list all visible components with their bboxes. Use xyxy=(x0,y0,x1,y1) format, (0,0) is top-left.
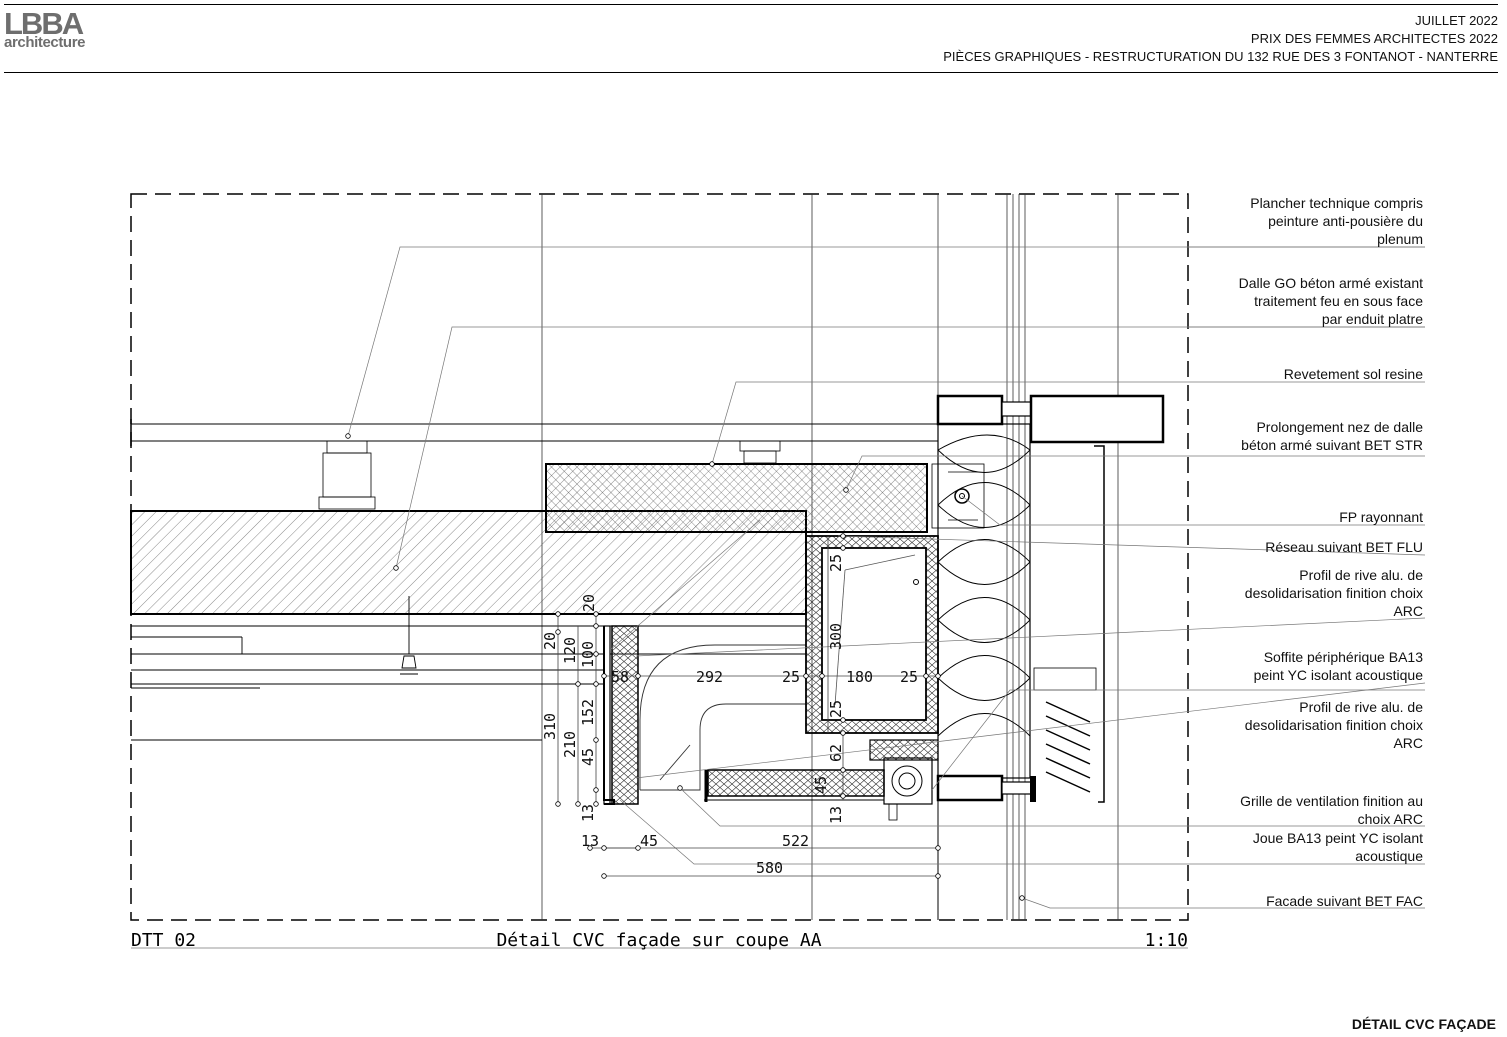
dim-25: 25 xyxy=(782,668,800,686)
drawing-ref: DTT 02 xyxy=(131,930,196,951)
annotation-line: desolidarisation finition choix xyxy=(1245,585,1423,601)
ventilation-box xyxy=(805,535,939,734)
dim-522: 522 xyxy=(782,832,809,850)
lower-bracket xyxy=(936,774,1004,802)
annotation-line: Réseau suivant BET FLU xyxy=(1265,539,1423,555)
annotation-line: plenum xyxy=(1377,231,1423,247)
dim-310: 310 xyxy=(541,713,559,740)
annotation-line: Joue BA13 peint YC isolant xyxy=(1253,830,1423,846)
dim-13: 13 xyxy=(827,806,845,824)
annotation-line: Plancher technique compris xyxy=(1250,195,1423,211)
dim-100: 100 xyxy=(579,641,597,668)
dim-62: 62 xyxy=(827,744,845,762)
annotation-line: par enduit platre xyxy=(1322,311,1423,327)
annotation-line: Facade suivant BET FAC xyxy=(1266,893,1423,909)
annotation-line: ARC xyxy=(1393,735,1423,751)
annotation-line: Soffite périphérique BA13 xyxy=(1264,649,1424,665)
dim-45: 45 xyxy=(579,748,597,766)
side-panel xyxy=(603,625,639,805)
section-drawing: 20 20 120 100 310 210 152 45 13 25 300 2… xyxy=(130,193,1426,951)
dim-13: 13 xyxy=(579,804,597,822)
dim-152: 152 xyxy=(579,699,597,726)
annotation-line: acoustique xyxy=(1355,848,1423,864)
annotation-line: Grille de ventilation finition au xyxy=(1240,793,1423,809)
duct-elbow xyxy=(639,644,806,791)
dim-20: 20 xyxy=(580,594,598,612)
dim-13: 13 xyxy=(581,832,599,850)
dim-25: 25 xyxy=(827,700,845,718)
annotation-line: FP rayonnant xyxy=(1339,509,1423,525)
dim-25: 25 xyxy=(900,668,918,686)
annotation-line: Profil de rive alu. de xyxy=(1299,567,1423,583)
dim-45: 45 xyxy=(812,776,830,794)
annotation-line: Dalle GO béton armé existant xyxy=(1239,275,1424,291)
dim-20: 20 xyxy=(541,632,559,650)
annotation-line: traitement feu en sous face xyxy=(1254,293,1423,309)
dim-120: 120 xyxy=(561,637,579,664)
slab-nose-beam xyxy=(1029,394,1165,444)
annotation-line: peint YC isolant acoustique xyxy=(1254,667,1424,683)
dim-25: 25 xyxy=(827,554,845,572)
dim-58: 58 xyxy=(611,668,629,686)
annotation-line: desolidarisation finition choix xyxy=(1245,717,1423,733)
dim-300: 300 xyxy=(827,623,845,650)
bottom-insulation xyxy=(707,769,885,797)
drawing-scale: 1:10 xyxy=(1145,930,1188,951)
annotation-line: Profil de rive alu. de xyxy=(1299,699,1423,715)
dim-580: 580 xyxy=(756,859,783,877)
annotation-line: ARC xyxy=(1393,603,1423,619)
facade-grille xyxy=(1033,445,1105,803)
annotation-line: Revetement sol resine xyxy=(1284,366,1424,382)
dim-45: 45 xyxy=(640,832,658,850)
dim-292: 292 xyxy=(696,668,723,686)
annotation-line: choix ARC xyxy=(1358,811,1423,827)
annotation-line: peinture anti-pousière du xyxy=(1268,213,1423,229)
upper-bracket xyxy=(936,394,1004,426)
page-title: DÉTAIL CVC FAÇADE xyxy=(1351,1016,1496,1032)
dim-210: 210 xyxy=(561,731,579,758)
slab-nose xyxy=(545,463,928,533)
annotation-line: béton armé suivant BET STR xyxy=(1241,437,1423,453)
annotations: Plancher technique compris peinture anti-… xyxy=(1239,195,1424,909)
drawing-title: Détail CVC façade sur coupe AA xyxy=(496,930,821,951)
annotation-line: Prolongement nez de dalle xyxy=(1256,419,1423,435)
dim-180: 180 xyxy=(846,668,873,686)
